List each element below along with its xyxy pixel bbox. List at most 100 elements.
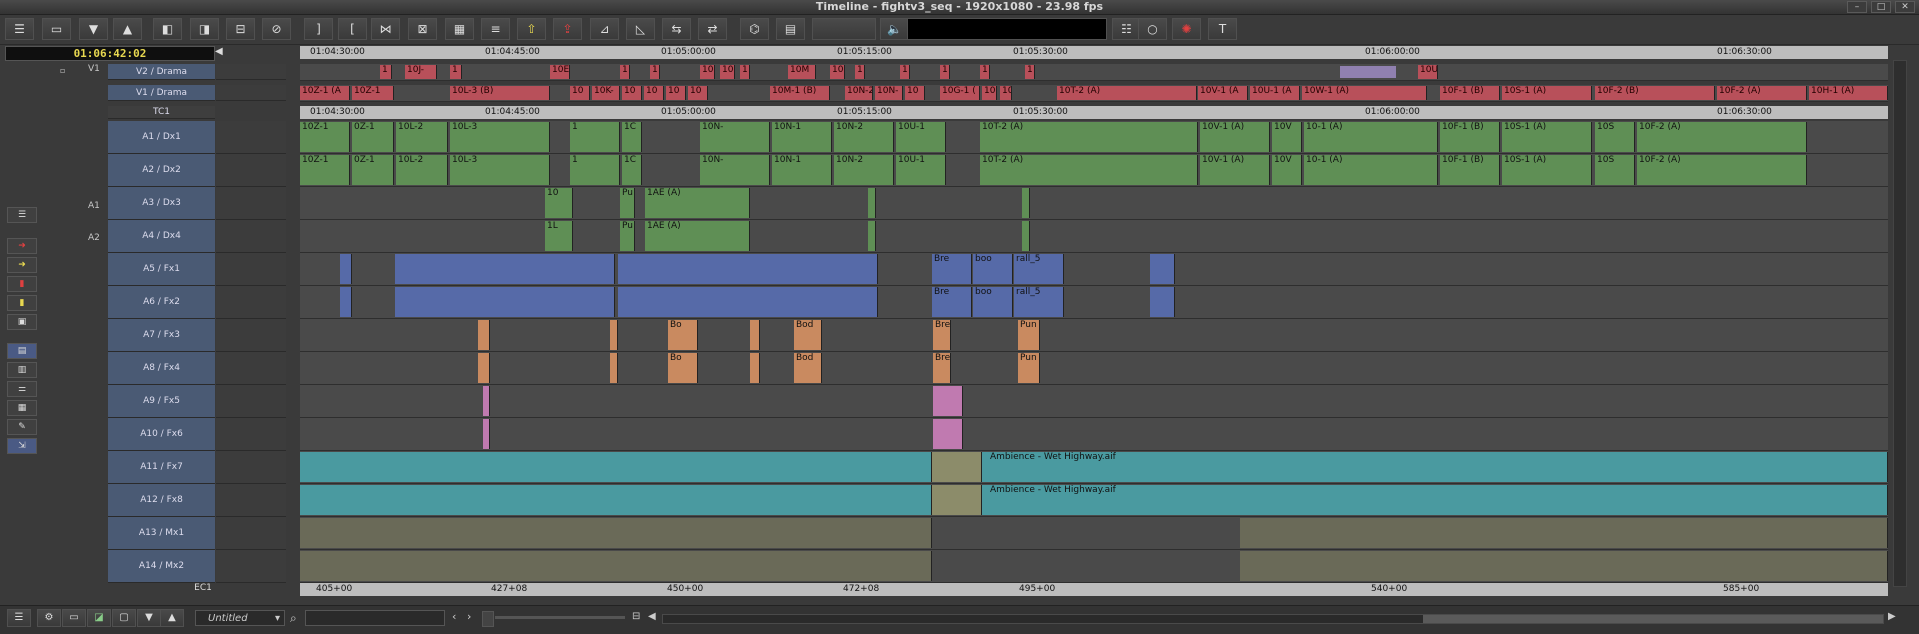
clip[interactable]: Bod — [794, 353, 822, 383]
clip[interactable]: 10F-1 (B) — [1440, 155, 1500, 185]
clip[interactable]: 1 — [570, 122, 620, 152]
clip[interactable]: 1 — [980, 65, 990, 79]
clear-marks-icon[interactable]: ⊠ — [408, 18, 437, 40]
a9-controls[interactable] — [216, 385, 286, 418]
yellow-arrow-icon[interactable]: ➜ — [7, 257, 37, 273]
clip[interactable] — [933, 419, 963, 449]
clip[interactable]: 10Z-1 — [300, 122, 350, 152]
blank-slot[interactable] — [812, 18, 876, 40]
close-button[interactable]: ✕ — [1895, 1, 1915, 13]
clip[interactable]: 0Z-1 — [352, 155, 394, 185]
clip[interactable]: rall_5 — [1014, 287, 1064, 317]
gear-icon[interactable]: ⚙ — [37, 609, 61, 627]
zoom-slider-thumb[interactable] — [482, 611, 494, 627]
clip[interactable]: 1 — [650, 65, 660, 79]
clip[interactable]: 10N-2 — [834, 122, 894, 152]
clip[interactable]: 10F-1 (B) — [1440, 122, 1500, 152]
trim-icon[interactable]: ⊿ — [590, 18, 619, 40]
clip[interactable]: Pu — [620, 221, 635, 251]
clip[interactable]: Bod — [794, 320, 822, 350]
clip[interactable]: 10 — [644, 86, 664, 100]
title-tool-icon[interactable]: T — [1208, 18, 1237, 40]
a14-controls[interactable] — [216, 550, 286, 583]
clip[interactable]: 1C — [622, 122, 642, 152]
a13-controls[interactable] — [216, 517, 286, 550]
monitor-icon[interactable]: ▭ — [42, 18, 71, 40]
clip[interactable]: 10S-1 (A) — [1502, 155, 1592, 185]
clip[interactable]: 10V-1 (A) — [1200, 155, 1270, 185]
clip[interactable]: 10 — [700, 65, 715, 79]
clip[interactable]: 1 — [900, 65, 910, 79]
clip[interactable]: 10: — [982, 86, 997, 100]
menu-icon[interactable]: ☰ — [7, 207, 37, 223]
paint-icon[interactable]: ◪ — [87, 609, 111, 627]
track-header-a9[interactable]: A9 / Fx5 — [108, 385, 215, 418]
clip[interactable] — [1150, 254, 1175, 284]
clip[interactable]: 10Z-1 — [300, 155, 350, 185]
display-icon[interactable]: ▢ — [112, 609, 136, 627]
down-arrow-icon[interactable]: ▼ — [79, 18, 108, 40]
list-icon[interactable]: ▤ — [776, 18, 805, 40]
clip[interactable]: 10T-2 (A) — [980, 155, 1198, 185]
clip[interactable] — [618, 287, 878, 317]
track-header-a13[interactable]: A13 / Mx1 — [108, 517, 215, 550]
clip[interactable]: 1 — [570, 155, 620, 185]
track-a9[interactable] — [300, 385, 1888, 418]
next-arrow-icon[interactable]: › — [467, 610, 471, 623]
clip[interactable]: Ambience - Wet Highway.aif — [982, 485, 1888, 515]
clip[interactable] — [610, 353, 618, 383]
maximize-button[interactable]: □ — [1871, 1, 1891, 13]
timecode-display[interactable]: 01:06:42:02 — [5, 46, 215, 61]
clip[interactable] — [1022, 188, 1030, 218]
track-header-a14[interactable]: A14 / Mx2 — [108, 550, 215, 583]
clip[interactable] — [300, 551, 932, 581]
ruler-left-arrow-icon[interactable]: ◀ — [215, 46, 223, 57]
clip[interactable] — [300, 485, 932, 515]
split-icon[interactable]: ⊟ — [226, 18, 255, 40]
track-header-v1[interactable]: V1 / Drama — [108, 85, 215, 101]
clip[interactable]: 10U — [1418, 65, 1438, 79]
record-icon[interactable]: ◨ — [190, 18, 219, 40]
clip[interactable]: 1AE (A) — [645, 221, 750, 251]
clip[interactable] — [932, 452, 982, 482]
a7-controls[interactable] — [216, 319, 286, 352]
search-input[interactable] — [305, 610, 445, 626]
clip[interactable]: Bre — [933, 320, 951, 350]
a11-controls[interactable] — [216, 451, 286, 484]
overwrite-icon[interactable]: ⇆ — [662, 18, 691, 40]
clip[interactable]: 1 — [450, 65, 462, 79]
up-arrow-icon[interactable]: ▲ — [113, 18, 142, 40]
clip[interactable] — [1240, 518, 1888, 548]
clip[interactable] — [300, 452, 932, 482]
track-a14[interactable] — [300, 550, 1888, 583]
clip[interactable]: 10 — [1000, 86, 1012, 100]
clip[interactable]: 10V-1 (A — [1198, 86, 1248, 100]
mark-in-icon[interactable]: [ — [338, 18, 367, 40]
track-a3[interactable]: 10 Pu 1AE (A) — [300, 187, 1888, 220]
clip[interactable]: 0Z-1 — [352, 122, 394, 152]
clip[interactable]: 10 — [570, 86, 590, 100]
a5-controls[interactable] — [216, 253, 286, 286]
clip[interactable] — [868, 188, 876, 218]
clip[interactable]: 10F-2 (A) — [1637, 155, 1807, 185]
clip[interactable]: 1 — [940, 65, 950, 79]
down-icon[interactable]: ▼ — [137, 609, 161, 627]
mark-out-icon[interactable]: ] — [304, 18, 333, 40]
image-icon[interactable]: ▣ — [7, 314, 37, 330]
clip[interactable]: 1 — [740, 65, 750, 79]
brush-icon[interactable]: ✎ — [7, 419, 37, 435]
horizontal-scrollbar[interactable] — [662, 614, 1884, 624]
clip[interactable]: 10K- — [592, 86, 620, 100]
clip[interactable]: 10 — [666, 86, 686, 100]
clip[interactable]: Bo — [668, 353, 698, 383]
clip[interactable] — [932, 485, 982, 515]
clip[interactable]: 10G-1 ( — [940, 86, 980, 100]
lift-icon[interactable]: ⇧ — [517, 18, 546, 40]
effect-icon[interactable]: ✺ — [1172, 18, 1201, 40]
clip[interactable]: 1AE (A) — [645, 188, 750, 218]
track-a11[interactable]: Ambience - Wet Highway.aif — [300, 451, 1888, 484]
segment-icon[interactable]: ≡ — [481, 18, 510, 40]
red-arrow-icon[interactable]: ➜ — [7, 238, 37, 254]
clip[interactable]: Bre — [933, 353, 951, 383]
track-a5[interactable]: Bre boo rall_5 — [300, 253, 1888, 286]
